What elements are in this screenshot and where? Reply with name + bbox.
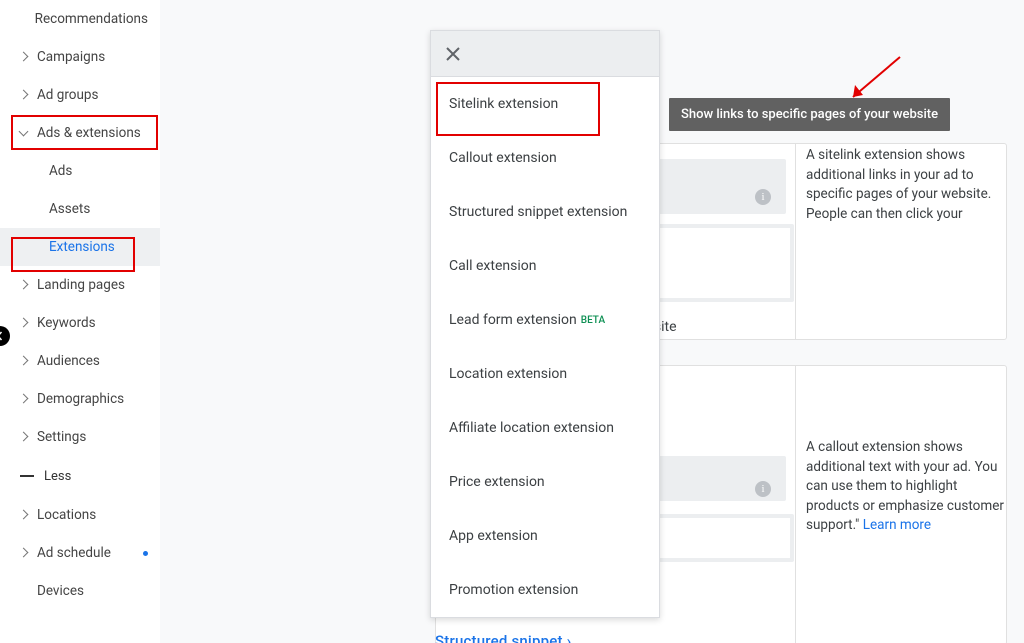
menu-item-label: Callout extension	[449, 150, 557, 166]
nav-ad-groups[interactable]: Ad groups	[0, 76, 160, 114]
nav-less[interactable]: Less	[0, 456, 160, 496]
menu-item-label: Lead form extension	[449, 312, 577, 328]
menu-item-callout[interactable]: Callout extension	[431, 131, 659, 185]
menu-item-label: Sitelink extension	[449, 96, 558, 112]
nav-keywords[interactable]: Keywords	[0, 304, 160, 342]
extension-type-menu: Sitelink extension Callout extension Str…	[430, 30, 660, 618]
nav-campaigns[interactable]: Campaigns	[0, 38, 160, 76]
nav-extensions[interactable]: Extensions	[0, 228, 160, 266]
nav-label: Campaigns	[37, 49, 105, 65]
nav-label: Ad groups	[37, 87, 98, 103]
chevron-left-icon	[0, 331, 5, 341]
nav-ads-extensions[interactable]: Ads & extensions	[0, 114, 160, 152]
nav-label: Ad schedule	[37, 545, 111, 561]
menu-item-structured-snippet[interactable]: Structured snippet extension	[431, 185, 659, 239]
menu-item-label: Affiliate location extension	[449, 420, 614, 436]
menu-item-price[interactable]: Price extension	[431, 455, 659, 509]
card-divider	[795, 366, 796, 643]
nav-label: Demographics	[37, 391, 124, 407]
sitelink-tooltip: Show links to specific pages of your web…	[669, 98, 950, 131]
menu-item-label: Price extension	[449, 474, 545, 490]
callout-description: A callout extension shows additional tex…	[806, 438, 1006, 536]
learn-more-link[interactable]: Learn more	[863, 517, 931, 533]
menu-item-location[interactable]: Location extension	[431, 347, 659, 401]
nav-label: Ads	[49, 163, 72, 179]
close-icon	[445, 46, 461, 62]
nav-settings[interactable]: Settings	[0, 418, 160, 456]
menu-item-app[interactable]: App extension	[431, 509, 659, 563]
notification-dot-icon	[143, 551, 148, 556]
menu-item-label: App extension	[449, 528, 538, 544]
nav-ad-schedule[interactable]: Ad schedule	[0, 534, 160, 572]
less-label: Less	[44, 469, 71, 484]
sidebar: Recommendations Campaigns Ad groups Ads …	[0, 0, 161, 643]
info-icon[interactable]: i	[755, 481, 771, 497]
beta-badge: BETA	[581, 315, 605, 326]
menu-header	[431, 31, 659, 77]
structured-snippet-title[interactable]: Structured snippet ›	[435, 632, 571, 643]
nav-label: Settings	[37, 429, 86, 445]
menu-item-label: Location extension	[449, 366, 567, 382]
menu-item-sitelink[interactable]: Sitelink extension	[431, 77, 659, 131]
menu-item-label: Structured snippet extension	[449, 204, 627, 220]
nav-label: Landing pages	[37, 277, 125, 293]
sitelink-description: A sitelink extension shows additional li…	[806, 146, 1006, 224]
card-divider	[795, 144, 796, 339]
minus-icon	[20, 475, 34, 477]
menu-item-call[interactable]: Call extension	[431, 239, 659, 293]
nav-recommendations[interactable]: Recommendations	[0, 0, 160, 38]
info-icon[interactable]: i	[755, 189, 771, 205]
menu-item-label: Call extension	[449, 258, 536, 274]
nav-label: Keywords	[37, 315, 96, 331]
close-button[interactable]	[445, 46, 461, 62]
nav-devices[interactable]: Devices	[0, 572, 160, 610]
menu-item-affiliate-location[interactable]: Affiliate location extension	[431, 401, 659, 455]
nav-label: Ads & extensions	[37, 125, 141, 141]
nav-ads[interactable]: Ads	[0, 152, 160, 190]
nav-label: Audiences	[37, 353, 100, 369]
nav-label: Assets	[49, 201, 90, 217]
nav-audiences[interactable]: Audiences	[0, 342, 160, 380]
nav-locations[interactable]: Locations	[0, 496, 160, 534]
nav-label: Extensions	[49, 239, 115, 255]
menu-item-lead-form[interactable]: Lead form extension BETA	[431, 293, 659, 347]
nav-demographics[interactable]: Demographics	[0, 380, 160, 418]
nav-label: Locations	[37, 507, 96, 523]
nav-label: Recommendations	[35, 11, 148, 27]
nav-landing-pages[interactable]: Landing pages	[0, 266, 160, 304]
menu-item-label: Promotion extension	[449, 582, 578, 598]
menu-item-promotion[interactable]: Promotion extension	[431, 563, 659, 617]
nav-assets[interactable]: Assets	[0, 190, 160, 228]
nav-label: Devices	[37, 583, 84, 599]
